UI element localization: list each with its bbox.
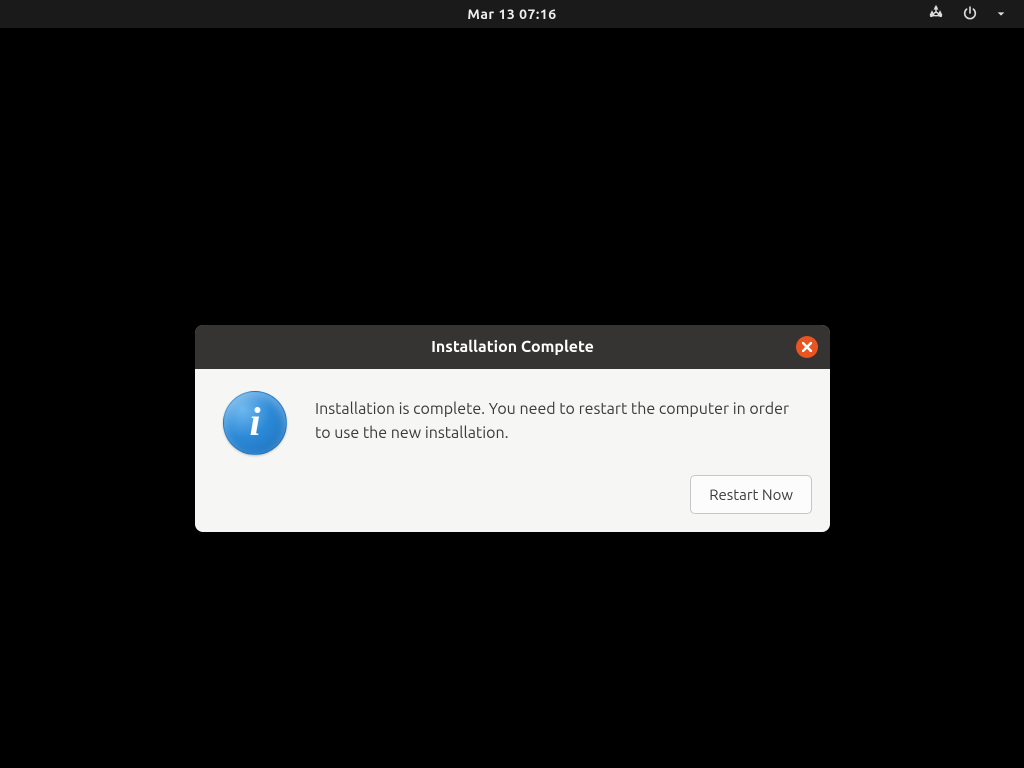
close-icon	[802, 338, 812, 356]
top-bar: Mar 13 07:16	[0, 0, 1024, 28]
network-icon[interactable]	[928, 5, 944, 24]
dialog-titlebar: Installation Complete	[195, 325, 830, 369]
dialog-body: i Installation is complete. You need to …	[195, 369, 830, 465]
chevron-down-icon[interactable]	[996, 6, 1006, 22]
restart-now-button[interactable]: Restart Now	[690, 475, 812, 514]
info-icon: i	[223, 391, 287, 455]
close-button[interactable]	[796, 336, 818, 358]
info-glyph: i	[249, 402, 260, 442]
installation-complete-dialog: Installation Complete i Installation is …	[195, 325, 830, 532]
dialog-title: Installation Complete	[431, 338, 594, 356]
power-icon[interactable]	[962, 5, 978, 24]
dialog-actions: Restart Now	[195, 465, 830, 532]
clock[interactable]: Mar 13 07:16	[467, 6, 556, 22]
dialog-message: Installation is complete. You need to re…	[315, 391, 802, 445]
system-status-area[interactable]	[928, 0, 1006, 28]
